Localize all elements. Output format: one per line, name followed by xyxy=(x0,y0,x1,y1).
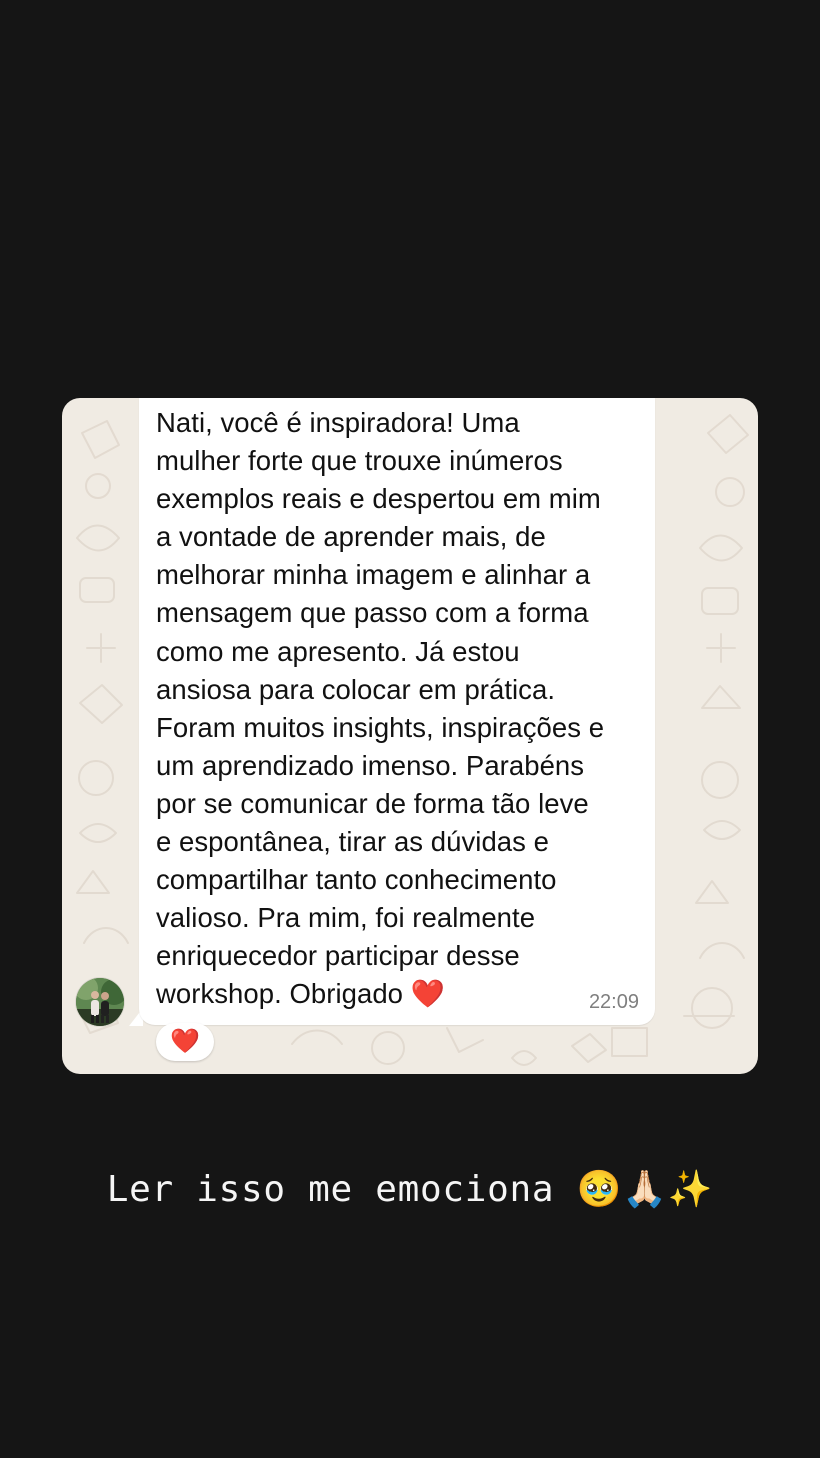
message-text: Nati, você é inspiradora! Uma mulher for… xyxy=(156,407,605,1010)
profile-photo-icon xyxy=(76,978,124,1026)
message-timestamp: 22:09 xyxy=(588,991,639,1013)
heart-icon: ❤️ xyxy=(170,1028,200,1055)
whatsapp-message-screenshot: Nati, você é inspiradora! Uma mulher for… xyxy=(62,398,758,1074)
message-bubble[interactable]: Nati, você é inspiradora! Uma mulher for… xyxy=(139,398,655,1025)
heart-reaction[interactable]: ❤️ xyxy=(156,1023,214,1061)
sender-avatar[interactable] xyxy=(76,978,124,1026)
story-caption: Ler isso me emociona 🥹🙏🏻✨ xyxy=(106,1169,714,1210)
